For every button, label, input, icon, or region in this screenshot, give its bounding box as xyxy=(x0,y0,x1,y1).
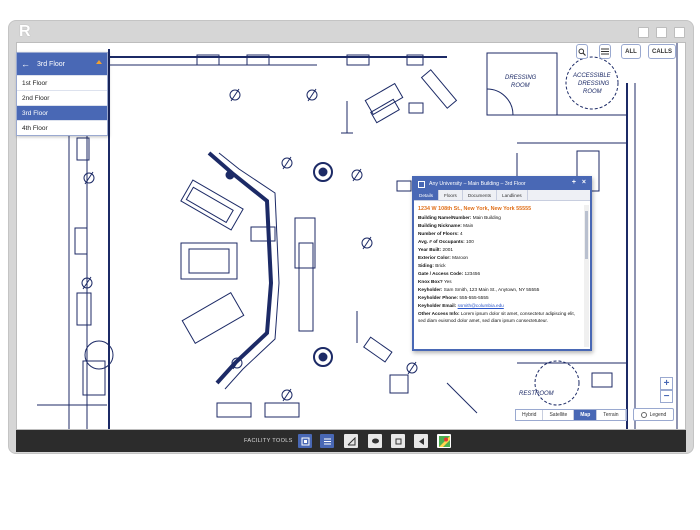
detail-row: Gate / Access Code: 123456 xyxy=(418,271,481,276)
keyholder-email-link[interactable]: ssmith@columbia.edu xyxy=(458,303,504,308)
dressing-room-label: DRESSING xyxy=(505,75,537,81)
scrollbar-thumb[interactable] xyxy=(585,211,588,259)
detail-row: Building Nickname: Main xyxy=(418,223,474,228)
popup-scrollbar[interactable] xyxy=(584,205,589,347)
google-maps-tool-button[interactable] xyxy=(437,434,451,448)
zoom-control: + − xyxy=(660,377,673,403)
collapse-icon xyxy=(418,437,424,445)
list-button[interactable] xyxy=(599,44,611,59)
map-type-switcher: Hybrid Satellite Map Terrain xyxy=(515,409,627,421)
detail-row: Building Name/Number: Main Building xyxy=(418,215,501,220)
minimize-button[interactable] xyxy=(638,27,649,38)
floor-item-2[interactable]: 2nd Floor xyxy=(17,90,107,105)
floor-selector: ← 3rd Floor 1st Floor 2nd Floor 3rd Floo… xyxy=(16,52,108,136)
layers-tool-button[interactable] xyxy=(320,434,334,448)
floor-item-1[interactable]: 1st Floor xyxy=(17,75,107,90)
restroom-label: RESTROOM xyxy=(519,391,554,397)
building-icon xyxy=(418,180,425,188)
building-tool-button[interactable] xyxy=(298,434,312,448)
popup-title-bar[interactable]: Any University – Main Building – 3rd Flo… xyxy=(414,178,590,190)
legend-button[interactable]: Legend xyxy=(633,408,674,421)
collapse-tool-button[interactable] xyxy=(414,434,428,448)
calls-button[interactable]: CALLS xyxy=(648,44,676,59)
measure-icon xyxy=(347,436,355,445)
tab-documents[interactable]: Documents xyxy=(463,190,498,200)
close-window-button[interactable] xyxy=(674,27,685,38)
square-icon xyxy=(395,438,401,444)
tab-floors[interactable]: Floors xyxy=(439,190,463,200)
tab-landlines[interactable]: Landlines xyxy=(497,190,528,200)
maximize-button[interactable] xyxy=(656,27,667,38)
toolbar-label: FACILITY TOOLS xyxy=(244,438,293,444)
all-button[interactable]: ALL xyxy=(621,44,641,59)
detail-row: Year Built: 2001 xyxy=(418,247,453,252)
popup-details: 1234 W 108th St., New York, New York 555… xyxy=(418,205,582,347)
floor-item-3[interactable]: 3rd Floor xyxy=(17,105,107,120)
zoom-out-button[interactable]: − xyxy=(660,390,673,403)
popup-title: Any University – Main Building – 3rd Flo… xyxy=(429,181,526,187)
accessible-room-label-3: ROOM xyxy=(583,89,602,95)
detail-row: Keyholder Email: ssmith@columbia.edu xyxy=(418,303,504,308)
detail-row: Siding: Brick xyxy=(418,263,446,268)
layers-icon xyxy=(323,438,331,444)
detail-row: Avg. # of Occupants: 100 xyxy=(418,239,474,244)
accessible-room-label: ACCESSIBLE xyxy=(572,73,612,79)
map-type-hybrid[interactable]: Hybrid xyxy=(516,410,544,420)
detail-row: Number of Floors: 4 xyxy=(418,231,463,236)
comment-tool-button[interactable] xyxy=(368,434,382,448)
arrow-left-icon[interactable]: ← xyxy=(21,59,30,69)
building-address: 1234 W 108th St., New York, New York 555… xyxy=(418,206,532,212)
accessible-room-label-2: DRESSING xyxy=(578,81,610,87)
globe-icon xyxy=(640,411,647,418)
map-type-map[interactable]: Map xyxy=(574,410,598,420)
detail-row: Keyholder Phone: 555-555-5555 xyxy=(418,295,489,300)
detail-row: Keyholder: Sam Smith, 123 Main St., Anyt… xyxy=(418,287,540,292)
facility-toolbar: FACILITY TOOLS xyxy=(16,430,686,452)
building-icon xyxy=(301,437,309,445)
caret-up-icon[interactable] xyxy=(96,60,102,64)
current-floor-label: 3rd Floor xyxy=(37,60,66,68)
measure-tool-button[interactable] xyxy=(344,434,358,448)
google-maps-icon xyxy=(438,435,450,447)
detail-row: Other Access Info: Lorem ipsum dolor sit… xyxy=(418,311,575,323)
tab-details[interactable]: Details xyxy=(414,190,440,200)
detail-row: Exterior Color: Maroon xyxy=(418,255,469,260)
building-info-popup: Any University – Main Building – 3rd Flo… xyxy=(412,176,592,351)
dressing-room-label-2: ROOM xyxy=(511,83,530,89)
map-type-satellite[interactable]: Satellite xyxy=(543,410,575,420)
popup-tabs: Details Floors Documents Landlines xyxy=(414,190,590,201)
map-type-terrain[interactable]: Terrain xyxy=(597,410,626,420)
magnifier-icon xyxy=(578,48,586,56)
comment-icon xyxy=(371,438,379,443)
app-logo: R xyxy=(19,23,31,40)
square-tool-button[interactable] xyxy=(391,434,405,448)
floor-selector-header[interactable]: ← 3rd Floor xyxy=(17,53,107,75)
close-icon[interactable]: × xyxy=(582,179,586,186)
floor-item-4[interactable]: 4th Floor xyxy=(17,120,107,135)
legend-label: Legend xyxy=(649,411,667,418)
zoom-in-button[interactable]: + xyxy=(660,377,673,390)
expand-icon[interactable]: + xyxy=(572,179,576,186)
search-button[interactable] xyxy=(576,44,588,59)
list-icon xyxy=(601,48,609,55)
detail-row: Knox Box? Yes xyxy=(418,279,452,284)
